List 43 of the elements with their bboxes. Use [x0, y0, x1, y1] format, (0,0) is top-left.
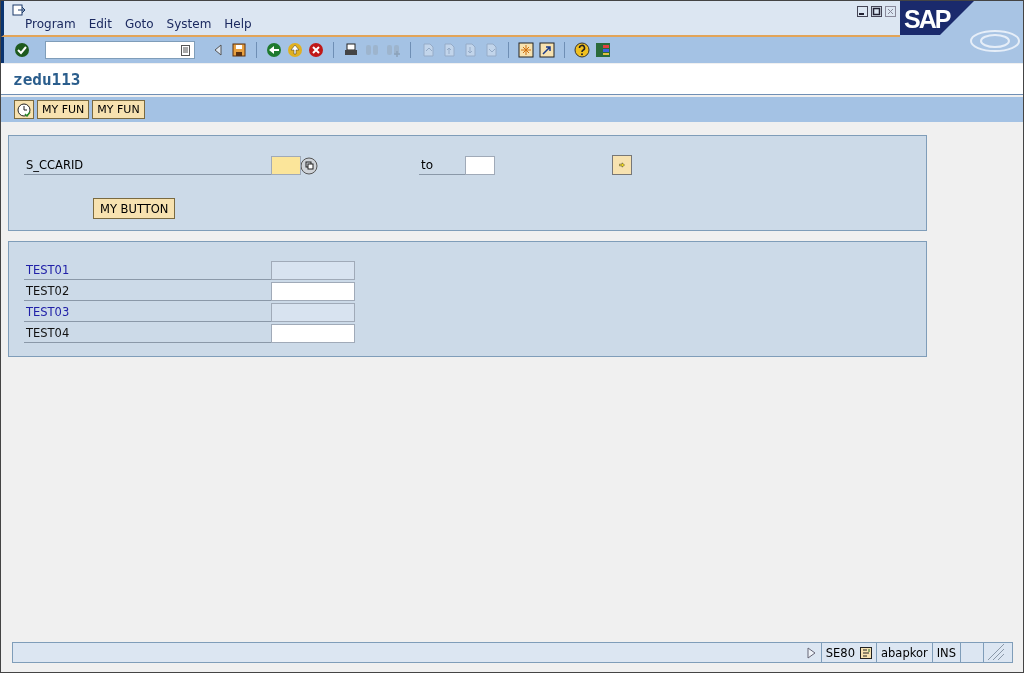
- field-label: TEST01: [24, 261, 271, 280]
- screen-title: zedu113: [13, 69, 81, 89]
- cancel-icon[interactable]: [308, 42, 324, 58]
- field-label: TEST03: [24, 303, 271, 322]
- function-button[interactable]: MY FUN: [37, 100, 90, 119]
- command-field[interactable]: [45, 41, 195, 59]
- save-icon[interactable]: [231, 42, 247, 58]
- system-menu-icon[interactable]: [12, 4, 26, 16]
- menu-item[interactable]: Goto: [124, 17, 154, 31]
- menu-item[interactable]: System: [166, 17, 212, 31]
- user-name: abapkor: [881, 645, 928, 660]
- transaction-code: SE80: [825, 645, 855, 660]
- sap-logo: SAP: [900, 1, 1023, 63]
- function-button[interactable]: MY FUN: [92, 100, 145, 119]
- enter-icon[interactable]: [14, 42, 30, 58]
- back-icon[interactable]: [266, 42, 282, 58]
- minimize-icon[interactable]: [857, 6, 868, 17]
- new-window-icon[interactable]: [518, 42, 534, 58]
- exit-icon[interactable]: [287, 42, 303, 58]
- input-field[interactable]: [271, 324, 355, 343]
- input-field[interactable]: [271, 156, 301, 175]
- maximize-icon[interactable]: [871, 6, 882, 17]
- menu-item[interactable]: Help: [224, 17, 252, 31]
- field-label: S_CCARID: [24, 156, 271, 175]
- input-field[interactable]: [271, 282, 355, 301]
- insert-mode: INS: [936, 645, 956, 660]
- help-icon[interactable]: [574, 42, 590, 58]
- shortcut-icon[interactable]: [539, 42, 555, 58]
- push-button[interactable]: MY BUTTON: [93, 198, 176, 219]
- field-label: TEST02: [24, 282, 271, 301]
- layout-icon[interactable]: [595, 42, 611, 58]
- execute-button[interactable]: [14, 100, 34, 119]
- input-field[interactable]: [465, 156, 495, 175]
- menu-item[interactable]: Program: [25, 17, 76, 31]
- printer-icon[interactable]: [343, 42, 359, 58]
- multiple-selection-button[interactable]: [612, 155, 632, 175]
- field-label: TEST04: [24, 324, 271, 343]
- clock-icon: [17, 102, 31, 117]
- list-icon[interactable]: [181, 44, 190, 56]
- menu-item[interactable]: Edit: [88, 17, 112, 31]
- expand-icon[interactable]: [806, 646, 816, 659]
- session-info-icon[interactable]: [860, 646, 872, 659]
- multiple-selection-icon[interactable]: [301, 156, 318, 175]
